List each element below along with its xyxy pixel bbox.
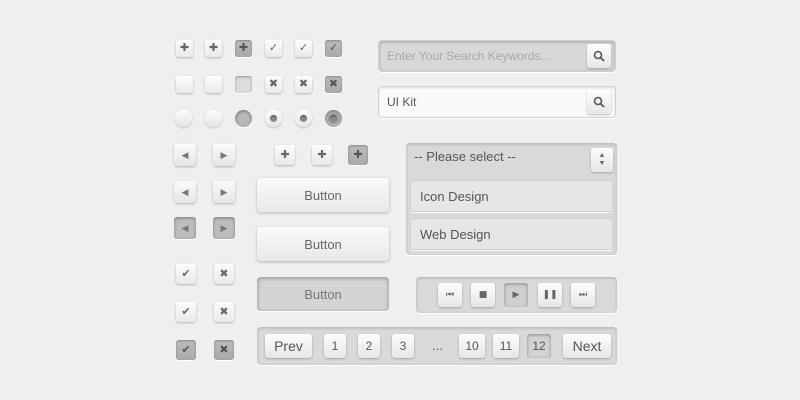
arrow-left-button[interactable]: ◀ — [174, 144, 196, 166]
x-button[interactable]: ✖ — [214, 302, 234, 322]
check-checkbox-checked[interactable]: ✓ — [325, 40, 342, 57]
skip-forward-button[interactable]: ⏭ — [571, 283, 595, 307]
arrow-right-button-pressed[interactable]: ▶ — [213, 217, 235, 239]
radio-button[interactable] — [205, 110, 222, 127]
check-icon: ✓ — [328, 42, 339, 54]
x-icon: ✖ — [298, 78, 309, 90]
button[interactable]: Button — [257, 227, 389, 261]
check-icon: ✓ — [268, 42, 279, 54]
check-button[interactable]: ✔ — [176, 302, 196, 322]
x-button-pressed[interactable]: ✖ — [214, 340, 234, 360]
media-controls: ⏮ ■ ▶ ❚❚ ⏭ — [416, 277, 617, 313]
search-icon — [593, 96, 605, 108]
chevron-down-icon: ▼ — [598, 160, 606, 167]
check-icon: ✔ — [181, 305, 191, 318]
x-checkbox[interactable]: ✖ — [265, 76, 282, 93]
x-button[interactable]: ✖ — [214, 264, 234, 284]
x-icon: ✖ — [219, 267, 229, 280]
page-button[interactable]: 3 — [392, 334, 414, 358]
check-icon: ✔ — [181, 267, 191, 280]
arrow-right-button[interactable]: ▶ — [213, 144, 235, 166]
search-input[interactable] — [387, 47, 582, 65]
arrow-left-button-pressed[interactable]: ◀ — [174, 217, 196, 239]
plus-icon: ✚ — [238, 42, 249, 54]
prev-button[interactable]: Prev — [265, 334, 312, 358]
check-checkbox[interactable]: ✓ — [295, 40, 312, 57]
skip-forward-icon: ⏭ — [578, 290, 588, 300]
empty-checkbox[interactable] — [176, 76, 193, 93]
check-button[interactable]: ✔ — [176, 264, 196, 284]
pause-icon: ❚❚ — [542, 290, 558, 300]
radio-button[interactable] — [175, 110, 192, 127]
arrow-right-icon: ▶ — [220, 222, 228, 233]
page-button[interactable]: 10 — [459, 334, 485, 358]
check-checkbox[interactable]: ✓ — [265, 40, 282, 57]
page-button-current[interactable]: 12 — [527, 334, 551, 358]
plus-checkbox[interactable]: ✚ — [205, 40, 222, 57]
play-button[interactable]: ▶ — [504, 283, 528, 307]
search-button[interactable] — [587, 44, 611, 68]
check-icon: ✔ — [181, 343, 191, 356]
arrow-right-icon: ▶ — [220, 186, 228, 197]
radio-button-selected-pressed[interactable] — [325, 110, 342, 127]
check-icon: ✓ — [298, 42, 309, 54]
play-icon: ▶ — [512, 290, 520, 300]
plus-icon: ✚ — [317, 148, 327, 161]
select-placeholder: -- Please select -- — [414, 149, 516, 164]
page-button[interactable]: 1 — [324, 334, 346, 358]
pause-button[interactable]: ❚❚ — [538, 283, 562, 307]
stop-button[interactable]: ■ — [471, 283, 495, 307]
plus-icon: ✚ — [353, 148, 363, 161]
plus-icon: ✚ — [179, 42, 190, 54]
button-pressed[interactable]: Button — [257, 277, 389, 311]
chevron-up-icon: ▲ — [598, 152, 606, 159]
radio-button-selected[interactable] — [265, 110, 282, 127]
plus-checkbox[interactable]: ✚ — [176, 40, 193, 57]
add-button-pressed[interactable]: ✚ — [348, 145, 368, 165]
arrow-left-button[interactable]: ◀ — [174, 181, 196, 203]
search-field-disabled — [378, 40, 616, 72]
select-option[interactable]: Web Design — [410, 218, 613, 250]
x-checkbox-checked[interactable]: ✖ — [325, 76, 342, 93]
x-icon: ✖ — [219, 305, 229, 318]
x-icon: ✖ — [268, 78, 279, 90]
pagination-ellipsis: ... — [432, 338, 443, 353]
x-checkbox[interactable]: ✖ — [295, 76, 312, 93]
page-button[interactable]: 11 — [493, 334, 519, 358]
select-option[interactable]: Icon Design — [410, 180, 613, 212]
plus-checkbox-checked[interactable]: ✚ — [235, 40, 252, 57]
select-toggle-button[interactable]: ▲ ▼ — [591, 148, 613, 172]
empty-checkbox[interactable] — [205, 76, 222, 93]
radio-dot-icon — [300, 115, 307, 122]
stop-icon: ■ — [478, 290, 488, 300]
button[interactable]: Button — [257, 178, 389, 212]
arrow-right-icon: ▶ — [220, 149, 228, 160]
add-button[interactable]: ✚ — [275, 145, 295, 165]
arrow-left-icon: ◀ — [181, 222, 189, 233]
next-button[interactable]: Next — [563, 334, 611, 358]
arrow-left-icon: ◀ — [181, 149, 189, 160]
search-icon — [593, 50, 605, 62]
pagination: Prev 1 2 3 ... 10 11 12 Next — [257, 327, 617, 365]
arrow-right-button[interactable]: ▶ — [213, 181, 235, 203]
search-button[interactable] — [587, 90, 611, 114]
search-field — [378, 86, 616, 118]
search-input[interactable] — [387, 93, 582, 111]
skip-back-icon: ⏮ — [445, 290, 455, 300]
radio-button-selected[interactable] — [295, 110, 312, 127]
plus-icon: ✚ — [208, 42, 219, 54]
page-button[interactable]: 2 — [358, 334, 380, 358]
radio-button-pressed[interactable] — [235, 110, 252, 127]
select-dropdown[interactable]: -- Please select -- ▲ ▼ Icon Design Web … — [406, 143, 617, 255]
empty-checkbox-pressed[interactable] — [235, 76, 252, 93]
plus-icon: ✚ — [280, 148, 290, 161]
x-icon: ✖ — [219, 343, 229, 356]
radio-dot-icon — [270, 115, 277, 122]
add-button[interactable]: ✚ — [312, 145, 332, 165]
check-button-pressed[interactable]: ✔ — [176, 340, 196, 360]
arrow-left-icon: ◀ — [181, 186, 189, 197]
skip-back-button[interactable]: ⏮ — [438, 283, 462, 307]
radio-dot-icon — [330, 115, 337, 122]
x-icon: ✖ — [328, 78, 339, 90]
